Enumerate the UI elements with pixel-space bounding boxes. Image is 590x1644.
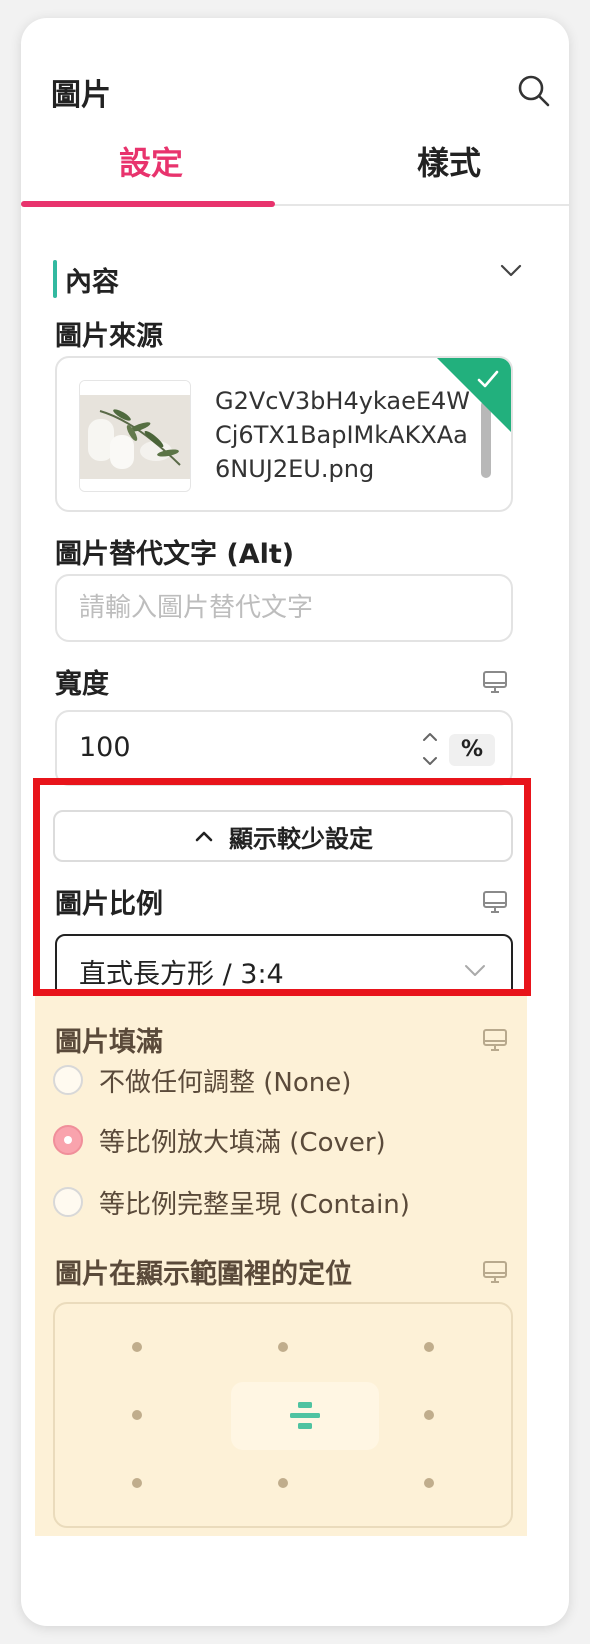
fill-option-contain[interactable]: 等比例完整呈現 (Contain) [53, 1182, 410, 1222]
number-stepper-icon[interactable] [417, 726, 443, 772]
position-grid [53, 1302, 513, 1528]
width-field[interactable]: 100 % [55, 710, 513, 786]
fill-label: 圖片填滿 [55, 1027, 163, 1058]
monitor-icon[interactable] [481, 1026, 509, 1054]
image-filename: G2VcV3bH4ykaeE4WCj6TX1BapIMkAKXAa6NUJ2EU… [215, 387, 471, 483]
chevron-down-icon[interactable] [497, 256, 525, 284]
fill-option-cover[interactable]: 等比例放大填滿 (Cover) [53, 1120, 386, 1160]
tab-bar: 設定 樣式 [21, 130, 569, 207]
thumbnail-image [80, 381, 190, 491]
section-title: 內容 [65, 267, 119, 298]
radio-button[interactable] [53, 1187, 83, 1217]
image-source-label: 圖片來源 [55, 321, 163, 352]
fill-option-none[interactable]: 不做任何調整 (None) [53, 1060, 351, 1100]
alt-text-input[interactable] [55, 574, 513, 642]
fill-option-label: 不做任何調整 (None) [99, 1067, 352, 1098]
highlight-annotation-box [33, 778, 531, 996]
unit-selector[interactable]: % [449, 734, 495, 766]
position-bottom-left[interactable] [132, 1478, 142, 1488]
position-bottom-right[interactable] [424, 1478, 434, 1488]
fill-option-label: 等比例放大填滿 (Cover) [99, 1127, 386, 1158]
monitor-icon[interactable] [481, 668, 509, 696]
position-top-left[interactable] [132, 1342, 142, 1352]
tab-settings[interactable]: 設定 [119, 138, 183, 184]
position-top-center[interactable] [278, 1342, 288, 1352]
search-icon[interactable] [517, 74, 551, 108]
tab-style[interactable]: 樣式 [417, 138, 481, 184]
panel-title: 圖片 [51, 78, 111, 113]
width-value[interactable]: 100 [79, 732, 131, 763]
image-thumbnail[interactable] [79, 380, 191, 492]
monitor-icon[interactable] [481, 1258, 509, 1286]
position-top-right[interactable] [424, 1342, 434, 1352]
position-center[interactable] [231, 1382, 379, 1450]
alt-text-label: 圖片替代文字 (Alt) [55, 539, 295, 570]
radio-button-checked[interactable] [53, 1125, 83, 1155]
position-label: 圖片在顯示範圍裡的定位 [55, 1259, 352, 1290]
active-tab-indicator [21, 201, 275, 207]
fill-option-label: 等比例完整呈現 (Contain) [99, 1189, 410, 1220]
radio-button[interactable] [53, 1065, 83, 1095]
image-source-picker[interactable]: G2VcV3bH4ykaeE4WCj6TX1BapIMkAKXAa6NUJ2EU… [55, 356, 513, 512]
position-middle-left[interactable] [132, 1410, 142, 1420]
position-bottom-center[interactable] [278, 1478, 288, 1488]
position-middle-right[interactable] [424, 1410, 434, 1420]
section-accent-bar [53, 260, 57, 298]
image-settings-panel: 圖片 設定 樣式 內容 圖片來源 G2VcV3bH4ykaeE4WCj6TX1B… [21, 18, 569, 1626]
width-label: 寬度 [55, 669, 109, 700]
align-center-icon [290, 1402, 320, 1429]
check-icon [477, 370, 499, 388]
